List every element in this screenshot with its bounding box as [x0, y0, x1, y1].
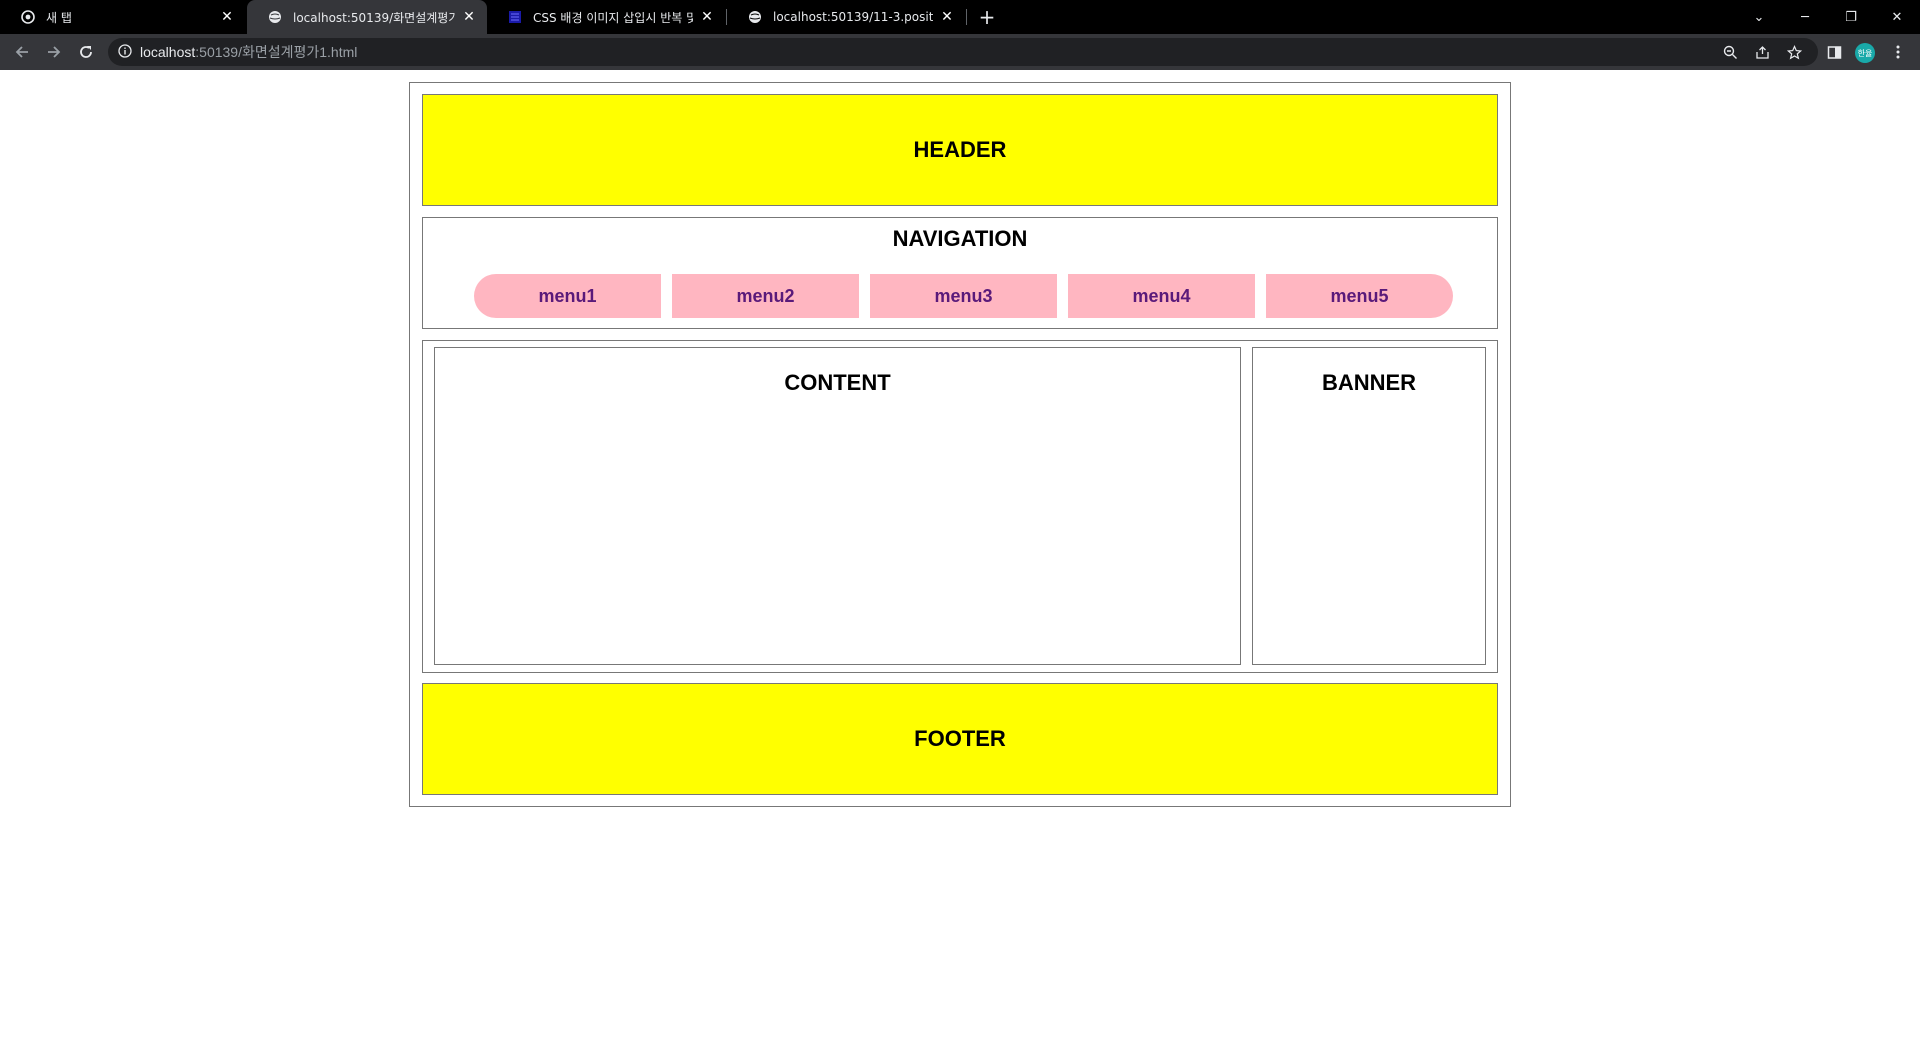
page-header: HEADER [422, 94, 1498, 206]
tab-search-icon[interactable]: ⌄ [1736, 0, 1782, 34]
menu-kebab-icon[interactable] [1884, 38, 1912, 66]
chrome-icon [20, 9, 36, 25]
tab-separator [966, 9, 967, 25]
side-panel-icon[interactable] [1820, 38, 1848, 66]
close-icon[interactable]: ✕ [939, 9, 955, 25]
info-icon[interactable] [118, 43, 132, 62]
tab-title: CSS 배경 이미지 삽입시 반복 및 [533, 10, 693, 25]
main-section: CONTENT BANNER [422, 340, 1498, 673]
content-title: CONTENT [784, 370, 891, 395]
menu-item-4[interactable]: menu4 [1068, 274, 1255, 318]
globe-icon [747, 9, 763, 25]
page-viewport: HEADER NAVIGATION menu1 menu2 menu3 menu… [0, 70, 1920, 1040]
browser-toolbar: localhost:50139/화면설계평가1.html 한율 [0, 34, 1920, 70]
avatar[interactable]: 한율 [1855, 43, 1875, 63]
tab-title: localhost:50139/11-3.position_re [773, 10, 933, 24]
layout-wrapper: HEADER NAVIGATION menu1 menu2 menu3 menu… [409, 82, 1511, 807]
restore-icon[interactable]: ❐ [1828, 0, 1874, 34]
close-icon[interactable]: ✕ [219, 9, 235, 25]
navigation-title: NAVIGATION [892, 226, 1028, 251]
minimize-icon[interactable]: ─ [1782, 0, 1828, 34]
back-icon[interactable] [8, 38, 36, 66]
menu-item-2[interactable]: menu2 [672, 274, 859, 318]
page-footer: FOOTER [422, 683, 1498, 795]
reload-icon[interactable] [72, 38, 100, 66]
zoom-icon[interactable] [1716, 38, 1744, 66]
share-icon[interactable] [1748, 38, 1776, 66]
banner-title: BANNER [1321, 370, 1417, 395]
tab-title: localhost:50139/화면설계평가1.h [293, 10, 455, 25]
globe-icon [267, 9, 283, 25]
close-icon[interactable]: ✕ [699, 9, 715, 25]
site-icon [507, 9, 523, 25]
forward-icon[interactable] [40, 38, 68, 66]
close-window-icon[interactable]: ✕ [1874, 0, 1920, 34]
menu-item-3[interactable]: menu3 [870, 274, 1057, 318]
tab-new-tab[interactable]: 새 탭 ✕ [0, 0, 245, 34]
navigation-section: NAVIGATION menu1 menu2 menu3 menu4 menu5 [422, 217, 1498, 329]
url-text: localhost:50139/화면설계평가1.html [140, 44, 358, 60]
menu-item-5[interactable]: menu5 [1266, 274, 1453, 318]
tab-position-page[interactable]: localhost:50139/11-3.position_re ✕ [727, 0, 965, 34]
tab-css-article[interactable]: CSS 배경 이미지 삽입시 반복 및 ✕ [487, 0, 725, 34]
bookmark-star-icon[interactable] [1780, 38, 1808, 66]
tab-active-page[interactable]: localhost:50139/화면설계평가1.h ✕ [247, 0, 487, 34]
address-bar[interactable]: localhost:50139/화면설계평가1.html [108, 38, 1818, 66]
banner-area: BANNER [1252, 347, 1486, 665]
tab-strip: 새 탭 ✕ localhost:50139/화면설계평가1.h ✕ CSS 배경… [0, 0, 1920, 34]
tab-title: 새 탭 [46, 10, 72, 25]
new-tab-button[interactable]: + [975, 5, 999, 29]
close-icon[interactable]: ✕ [461, 9, 477, 25]
content-area: CONTENT [434, 347, 1241, 665]
menu-bar: menu1 menu2 menu3 menu4 menu5 [474, 274, 1453, 318]
menu-item-1[interactable]: menu1 [474, 274, 661, 318]
